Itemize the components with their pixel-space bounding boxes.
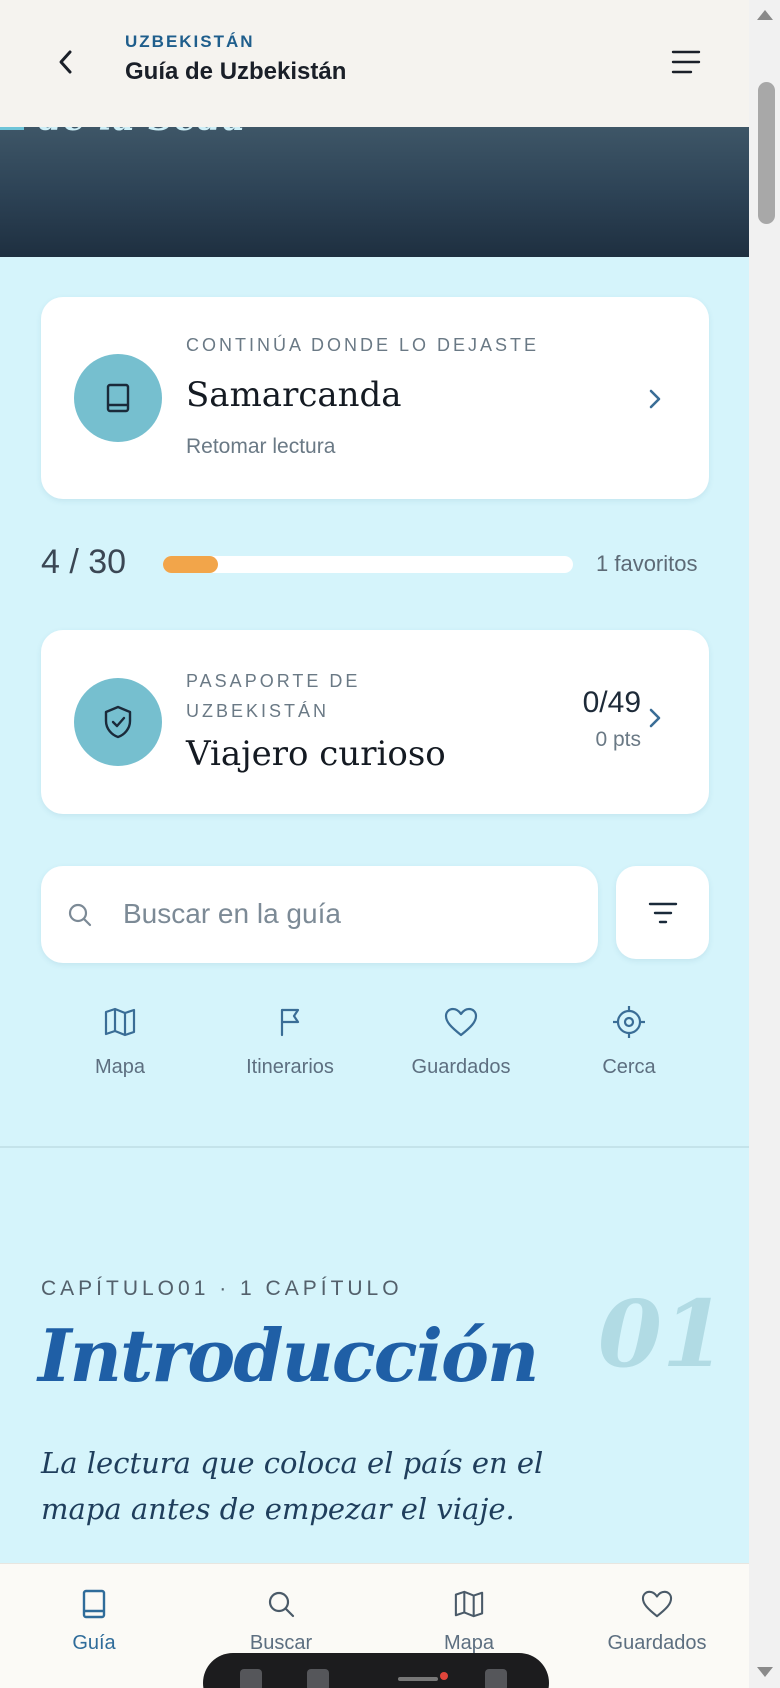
search-icon xyxy=(268,1591,295,1618)
chapter-kicker: CAPÍTULO01 · 1 CAPÍTULO xyxy=(41,1277,403,1300)
quick-nav-label: Cerca xyxy=(602,1056,656,1078)
menu-button[interactable] xyxy=(664,40,708,84)
book-icon xyxy=(106,383,130,413)
quick-nav-label: Mapa xyxy=(94,1056,146,1078)
bottom-nav-label: Guía xyxy=(72,1632,116,1654)
progress-bar-fill xyxy=(163,556,218,573)
progress-bar xyxy=(163,556,573,573)
scroll-down-arrow-icon[interactable] xyxy=(757,1667,773,1677)
passport-title: Viajero curioso xyxy=(186,734,446,774)
bottom-nav-label: Guardados xyxy=(607,1632,707,1654)
passport-points: 0 pts xyxy=(595,728,641,751)
search-input[interactable] xyxy=(123,892,563,936)
menu-icon xyxy=(671,50,701,74)
shield-check-icon xyxy=(104,705,132,739)
bottom-nav-guia[interactable]: Guía xyxy=(19,1586,169,1655)
quick-nav-label: Guardados xyxy=(411,1056,511,1078)
progress-count: 4 / 30 xyxy=(41,543,127,581)
map-icon xyxy=(454,1590,484,1618)
filter-button[interactable] xyxy=(616,866,709,959)
scroll-up-arrow-icon[interactable] xyxy=(757,10,773,20)
page-title: Guía de Uzbekistán xyxy=(125,58,347,85)
chapter-description: La lectura que coloca el país en el mapa… xyxy=(41,1446,544,1526)
chevron-right-icon xyxy=(649,389,661,409)
chapter-number: 01 xyxy=(598,1280,727,1388)
quick-nav-itinerarios[interactable]: Itinerarios xyxy=(215,1002,365,1079)
app-viewport: UZBEKISTÁN Guía de Uzbekistán de la Seda… xyxy=(0,0,749,1688)
passport-score: 0/49 xyxy=(582,686,641,719)
continue-icon-circle xyxy=(74,354,162,442)
continue-reading-card[interactable]: CONTINÚA DONDE LO DEJASTE Samarcanda Ret… xyxy=(41,297,709,499)
flag-icon xyxy=(280,1008,300,1037)
scrollbar-track[interactable] xyxy=(749,0,780,1688)
toolbar-tool-icon[interactable] xyxy=(307,1669,329,1688)
back-button[interactable] xyxy=(48,40,84,84)
toolbar-handle[interactable] xyxy=(398,1677,438,1681)
map-icon xyxy=(104,1007,136,1037)
section-divider xyxy=(0,1146,749,1148)
bottom-nav-guardados[interactable]: Guardados xyxy=(582,1586,732,1655)
location-target-icon xyxy=(613,1006,645,1038)
book-icon xyxy=(82,1589,106,1619)
heart-icon xyxy=(641,1590,673,1618)
hero-title: de la Seda xyxy=(38,127,246,139)
heart-icon xyxy=(444,1007,478,1037)
filter-icon xyxy=(648,902,677,923)
hero-banner: de la Seda xyxy=(0,127,749,257)
chevron-right-icon xyxy=(649,708,661,728)
continue-kicker: CONTINÚA DONDE LO DEJASTE xyxy=(186,335,540,355)
favorites-count[interactable]: 1 favoritos xyxy=(596,551,698,577)
passport-kicker: PASAPORTE DE UZBEKISTÁN xyxy=(186,671,361,721)
hero-accent-line xyxy=(0,127,24,130)
toolbar-settings-icon[interactable] xyxy=(485,1669,507,1688)
chapter-title[interactable]: Introducción xyxy=(38,1313,539,1398)
search-bar[interactable] xyxy=(41,866,598,963)
header-kicker: UZBEKISTÁN xyxy=(125,32,255,51)
chevron-left-icon xyxy=(59,50,72,74)
app-header: UZBEKISTÁN Guía de Uzbekistán xyxy=(0,0,749,127)
bottom-nav-buscar[interactable]: Buscar xyxy=(206,1586,356,1655)
quick-nav-label: Itinerarios xyxy=(246,1056,334,1078)
continue-title: Samarcanda xyxy=(186,375,402,415)
scrollbar-thumb[interactable] xyxy=(758,82,775,224)
toolbar-lock-icon[interactable] xyxy=(240,1669,262,1688)
passport-icon-circle xyxy=(74,678,162,766)
quick-nav-cerca[interactable]: Cerca xyxy=(554,1002,704,1079)
continue-subtitle: Retomar lectura xyxy=(186,435,336,458)
search-icon xyxy=(67,902,93,933)
bottom-nav-label: Mapa xyxy=(443,1632,495,1654)
toolbar-record-dot xyxy=(440,1672,448,1680)
bottom-nav-label: Buscar xyxy=(249,1632,313,1654)
floating-toolbar[interactable] xyxy=(203,1653,549,1688)
passport-card[interactable]: PASAPORTE DE UZBEKISTÁN Viajero curioso … xyxy=(41,630,709,814)
quick-nav-mapa[interactable]: Mapa xyxy=(45,1002,195,1079)
bottom-nav-mapa[interactable]: Mapa xyxy=(394,1586,544,1655)
quick-nav-guardados[interactable]: Guardados xyxy=(386,1002,536,1079)
